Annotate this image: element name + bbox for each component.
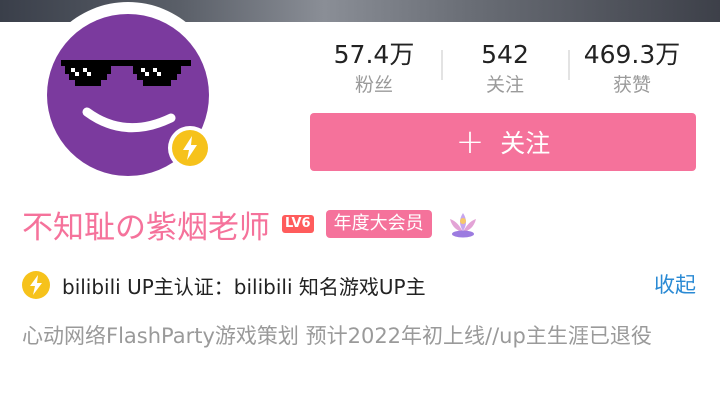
stats-bar: 57.4万 粉丝 542 关注 469.3万 获赞 (310, 38, 696, 100)
profile-page: 57.4万 粉丝 542 关注 469.3万 获赞 + 关注 不知耻の紫烟老师 … (0, 0, 720, 404)
lightning-bolt-icon (172, 130, 208, 166)
level-badge: LV6 (282, 215, 314, 233)
name-row: 不知耻の紫烟老师 LV6 年度大会员 (22, 202, 480, 246)
collapse-link[interactable]: 收起 (654, 268, 696, 302)
stat-following[interactable]: 542 关注 (441, 38, 569, 98)
stat-value: 542 (481, 40, 529, 69)
stat-label: 关注 (485, 74, 524, 96)
bio-text: 心动网络FlashParty游戏策划 预计2022年初上线//up主生涯已退役 (22, 324, 652, 348)
lotus-pendant-icon[interactable] (446, 207, 480, 241)
stat-fans[interactable]: 57.4万 粉丝 (310, 38, 438, 98)
certification-text: bilibili UP主认证：bilibili 知名游戏UP主 (62, 274, 426, 299)
verified-badge (168, 126, 212, 170)
username: 不知耻の紫烟老师 (22, 209, 270, 246)
follow-button-label: 关注 (500, 129, 551, 158)
follow-button[interactable]: + 关注 (310, 113, 696, 171)
stat-label: 获赞 (612, 74, 651, 96)
stat-value: 57.4万 (333, 40, 415, 69)
vip-badge[interactable]: 年度大会员 (325, 210, 432, 238)
stat-label: 粉丝 (354, 74, 393, 96)
lightning-bolt-icon (22, 271, 50, 299)
stat-value: 469.3万 (583, 40, 681, 69)
stat-likes[interactable]: 469.3万 获赞 (568, 38, 696, 98)
plus-icon: + (455, 122, 485, 162)
certification-row: bilibili UP主认证：bilibili 知名游戏UP主 收起 (22, 268, 698, 302)
